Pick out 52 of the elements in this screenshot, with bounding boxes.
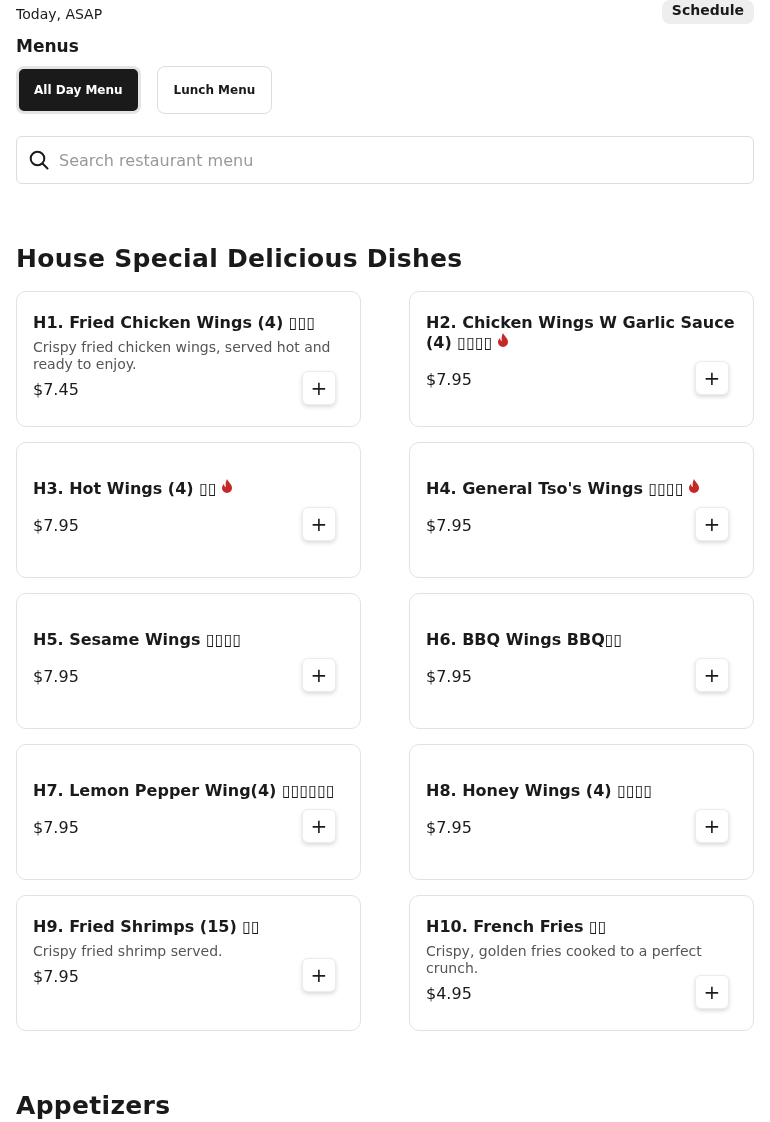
dish-price: $7.95 — [426, 515, 472, 535]
add-button[interactable]: + — [695, 975, 729, 1009]
dish-name: H9. Fried Shrimps (15) ▯▯ — [33, 917, 261, 937]
dish-price: $7.95 — [33, 515, 79, 535]
dish-price: $7.95 — [426, 666, 472, 686]
menus-heading: Menus — [16, 36, 80, 56]
dish-price: $7.95 — [426, 817, 472, 837]
add-button[interactable]: + — [302, 507, 336, 541]
schedule-button[interactable]: Schedule — [661, 0, 754, 24]
dish-card[interactable]: H4. General Tso's Wings ▯▯▯▯ $7.95 + — [409, 442, 754, 578]
menu-tab[interactable]: All Day Menu — [16, 66, 141, 114]
menu-tab[interactable]: Lunch Menu — [156, 66, 273, 114]
order-time: Today, ASAP — [16, 6, 103, 24]
add-button[interactable]: + — [302, 809, 336, 843]
dish-card[interactable]: H2. Chicken Wings W Garlic Sauce (4) ▯▯▯▯ $7.95 + — [409, 291, 754, 427]
dish-card[interactable]: H6. BBQ Wings BBQ▯▯ $7.95 + — [409, 593, 754, 729]
dish-price: $7.95 — [426, 369, 472, 389]
dish-price: $7.95 — [33, 817, 79, 837]
dish-card[interactable]: H7. Lemon Pepper Wing(4) ▯▯▯▯▯▯ $7.95 + — [16, 744, 361, 880]
dish-card[interactable]: H10. French Fries ▯▯ Crispy, golden fries cooked to a perfect crunch. $4.95 + — [409, 895, 754, 1031]
dish-name: H5. Sesame Wings ▯▯▯▯ — [33, 630, 243, 650]
add-button[interactable]: + — [695, 361, 729, 395]
add-button[interactable]: + — [302, 658, 336, 692]
dish-name: H6. BBQ Wings BBQ▯▯ — [426, 630, 624, 650]
dish-card[interactable]: H9. Fried Shrimps (15) ▯▯ Crispy fried shrimp served. $7.95 + — [16, 895, 361, 1031]
dish-card[interactable]: H1. Fried Chicken Wings (4) ▯▯▯ Crispy fried chicken wings, served hot and ready to enjoy. $7.45 + — [16, 291, 361, 427]
dish-name: H4. General Tso's Wings ▯▯▯▯ — [426, 479, 745, 499]
dish-price: $4.95 — [426, 983, 472, 1003]
add-button[interactable]: + — [695, 809, 729, 843]
dish-name: H2. Chicken Wings W Garlic Sauce (4) ▯▯▯▯ — [426, 313, 736, 353]
dish-price: $7.45 — [33, 379, 79, 399]
add-button[interactable]: + — [302, 958, 336, 992]
dish-description: Crispy fried shrimp served. — [33, 943, 224, 960]
search-icon — [29, 150, 49, 170]
dish-card[interactable]: H5. Sesame Wings ▯▯▯▯ $7.95 + — [16, 593, 361, 729]
dish-card[interactable]: H3. Hot Wings (4) ▯▯ $7.95 + — [16, 442, 361, 578]
dish-price: $7.95 — [33, 966, 79, 986]
dish-price: $7.95 — [33, 666, 79, 686]
dish-name: H3. Hot Wings (4) ▯▯ — [33, 479, 352, 499]
add-button[interactable]: + — [302, 371, 336, 405]
dish-card[interactable]: H8. Honey Wings (4) ▯▯▯▯ $7.95 + — [409, 744, 754, 880]
section-heading: House Special Delicious Dishes — [16, 244, 464, 273]
add-button[interactable]: + — [695, 658, 729, 692]
dish-description: Crispy, golden fries cooked to a perfect crunch. — [426, 943, 703, 977]
dish-name: H8. Honey Wings (4) ▯▯▯▯ — [426, 781, 654, 801]
dish-name: H1. Fried Chicken Wings (4) ▯▯▯ — [33, 313, 317, 333]
dish-name: H10. French Fries ▯▯ — [426, 917, 608, 937]
dish-name: H7. Lemon Pepper Wing(4) ▯▯▯▯▯▯ — [33, 781, 336, 801]
add-button[interactable]: + — [695, 507, 729, 541]
dish-description: Crispy fried chicken wings, served hot and ready to enjoy. — [33, 339, 332, 373]
section-heading: Appetizers — [16, 1091, 172, 1120]
search-field[interactable]: Search restaurant menu — [16, 136, 754, 184]
